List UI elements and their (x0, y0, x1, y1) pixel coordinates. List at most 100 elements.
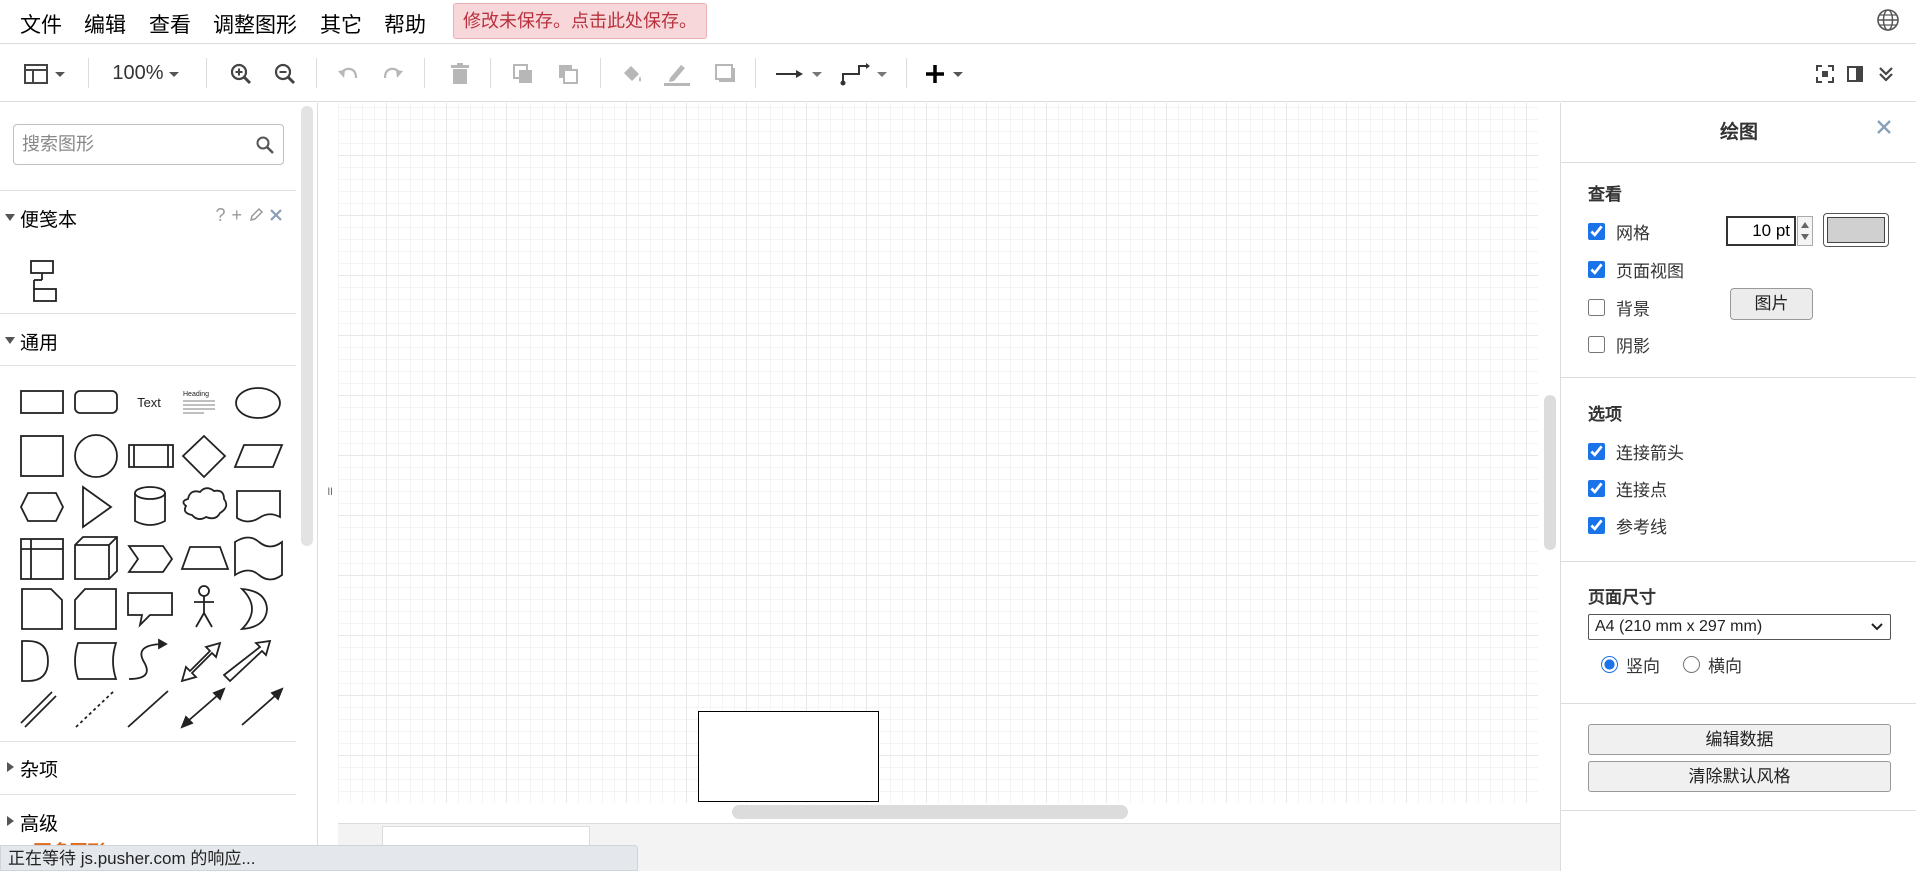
directional-connector-shape[interactable] (241, 687, 284, 726)
misc-header[interactable]: 杂项 (0, 741, 296, 793)
dashed-line-shape[interactable] (75, 690, 115, 728)
canvas-rectangle[interactable] (698, 711, 879, 802)
textbox-shape[interactable]: Heading (183, 391, 215, 414)
zoom-dropdown[interactable]: 100% (104, 45, 192, 102)
scratchpad-header[interactable]: 便笺本 ?+ (0, 190, 296, 242)
delay-shape[interactable] (21, 640, 49, 682)
hexagon-shape[interactable] (19, 492, 65, 522)
grid-color-button[interactable] (1823, 213, 1889, 247)
connection-arrows-checkbox[interactable] (1588, 443, 1605, 460)
grid-checkbox-row[interactable]: 网格 (1588, 219, 1650, 244)
triangle-shape[interactable] (82, 485, 113, 529)
diamond-shape[interactable] (181, 434, 227, 479)
general-header[interactable]: 通用 (0, 313, 296, 365)
connection-points-checkbox-row[interactable]: 连接点 (1588, 476, 1667, 501)
ellipse-shape[interactable] (235, 387, 281, 419)
guides-checkbox-row[interactable]: 参考线 (1588, 513, 1667, 538)
format-panel-toggle[interactable] (1842, 45, 1868, 102)
connection-arrows-checkbox-row[interactable]: 连接箭头 (1588, 439, 1684, 464)
line-shape[interactable] (127, 690, 169, 728)
edit-pencil-icon[interactable] (248, 207, 264, 223)
close-panel-icon[interactable] (1876, 119, 1892, 135)
connection-points-checkbox[interactable] (1588, 480, 1605, 497)
menu-edit[interactable]: 编辑 (84, 9, 126, 39)
zoom-in-button[interactable] (226, 45, 256, 102)
page-size-select[interactable]: A4 (210 mm x 297 mm) (1588, 614, 1891, 640)
actor-shape[interactable] (194, 585, 214, 628)
language-globe-icon[interactable] (1876, 8, 1900, 32)
bidirectional-arrow-shape[interactable] (180, 641, 222, 683)
shadow-checkbox[interactable] (1588, 336, 1605, 353)
text-shape[interactable]: Text (137, 395, 161, 410)
fullscreen-button[interactable] (1812, 45, 1838, 102)
background-checkbox[interactable] (1588, 299, 1605, 316)
unsaved-changes-notice[interactable]: 修改未保存。点击此处保存。 (453, 3, 707, 39)
to-back-button[interactable] (553, 45, 583, 102)
sidebar-scrollbar[interactable] (301, 106, 313, 546)
landscape-radio-row[interactable]: 横向 (1683, 652, 1742, 677)
grid-size-input[interactable]: 10 pt (1726, 216, 1796, 246)
or-shape[interactable] (239, 587, 268, 631)
connection-style-dropdown[interactable] (773, 45, 825, 102)
square-shape[interactable] (20, 435, 64, 477)
collapse-toolbar-button[interactable] (1873, 45, 1899, 102)
menu-arrange[interactable]: 调整图形 (213, 9, 297, 39)
circle-shape[interactable] (74, 434, 118, 478)
card-shape[interactable] (74, 588, 117, 630)
search-input[interactable] (14, 125, 244, 163)
menu-extras[interactable]: 其它 (320, 9, 362, 39)
data-storage-shape[interactable] (74, 642, 118, 680)
redo-button[interactable] (378, 45, 408, 102)
close-icon[interactable] (268, 207, 284, 223)
canvas-vertical-scrollbar[interactable] (1544, 395, 1556, 550)
search-icon[interactable] (255, 135, 275, 155)
landscape-radio[interactable] (1683, 656, 1700, 673)
guides-checkbox[interactable] (1588, 517, 1605, 534)
zoom-out-button[interactable] (270, 45, 300, 102)
grid-size-stepper[interactable] (1797, 216, 1813, 246)
edit-data-button[interactable]: 编辑数据 (1588, 724, 1891, 755)
tape-shape[interactable] (234, 536, 283, 581)
step-shape[interactable] (127, 545, 174, 573)
delete-button[interactable] (445, 45, 475, 102)
table-shape[interactable] (20, 538, 64, 580)
line-color-button[interactable] (660, 45, 694, 102)
cube-shape[interactable] (74, 536, 118, 580)
rectangle-shape[interactable] (20, 390, 64, 414)
undo-button[interactable] (333, 45, 363, 102)
curve-shape[interactable] (128, 638, 168, 680)
page-view-checkbox-row[interactable]: 页面视图 (1588, 257, 1684, 282)
grid-checkbox[interactable] (1588, 223, 1605, 240)
insert-dropdown[interactable] (922, 45, 972, 102)
background-image-button[interactable]: 图片 (1730, 288, 1813, 320)
shadow-checkbox-row[interactable]: 阴影 (1588, 332, 1650, 357)
scratchpad-flowchart-item[interactable] (26, 258, 60, 304)
fill-color-button[interactable] (617, 45, 647, 102)
to-front-button[interactable] (508, 45, 538, 102)
trapezoid-shape[interactable] (180, 546, 230, 570)
background-checkbox-row[interactable]: 背景 (1588, 295, 1650, 320)
document-shape[interactable] (236, 490, 281, 523)
cloud-shape[interactable] (182, 487, 228, 520)
menu-help[interactable]: 帮助 (384, 9, 426, 39)
canvas-horizontal-scrollbar[interactable] (732, 805, 1128, 819)
add-icon[interactable]: + (231, 205, 248, 225)
page-view-checkbox[interactable] (1588, 261, 1605, 278)
menu-view[interactable]: 查看 (149, 9, 191, 39)
bidirectional-connector-shape[interactable] (180, 687, 226, 729)
double-line-shape[interactable] (20, 691, 57, 728)
parallelogram-shape[interactable] (233, 444, 284, 468)
diagram-canvas[interactable] (338, 103, 1538, 803)
shadow-button[interactable] (710, 45, 740, 102)
arrow-shape[interactable] (222, 639, 272, 683)
portrait-radio-row[interactable]: 竖向 (1601, 652, 1660, 677)
portrait-radio[interactable] (1601, 656, 1618, 673)
note-shape[interactable] (21, 588, 63, 630)
menu-file[interactable]: 文件 (20, 9, 62, 39)
view-layout-dropdown[interactable] (18, 45, 72, 102)
process-shape[interactable] (128, 444, 174, 468)
clear-default-style-button[interactable]: 清除默认风格 (1588, 761, 1891, 792)
waypoints-dropdown[interactable] (838, 45, 890, 102)
sidebar-resize-handle[interactable]: ॥ (326, 482, 333, 499)
callout-shape[interactable] (127, 592, 173, 628)
